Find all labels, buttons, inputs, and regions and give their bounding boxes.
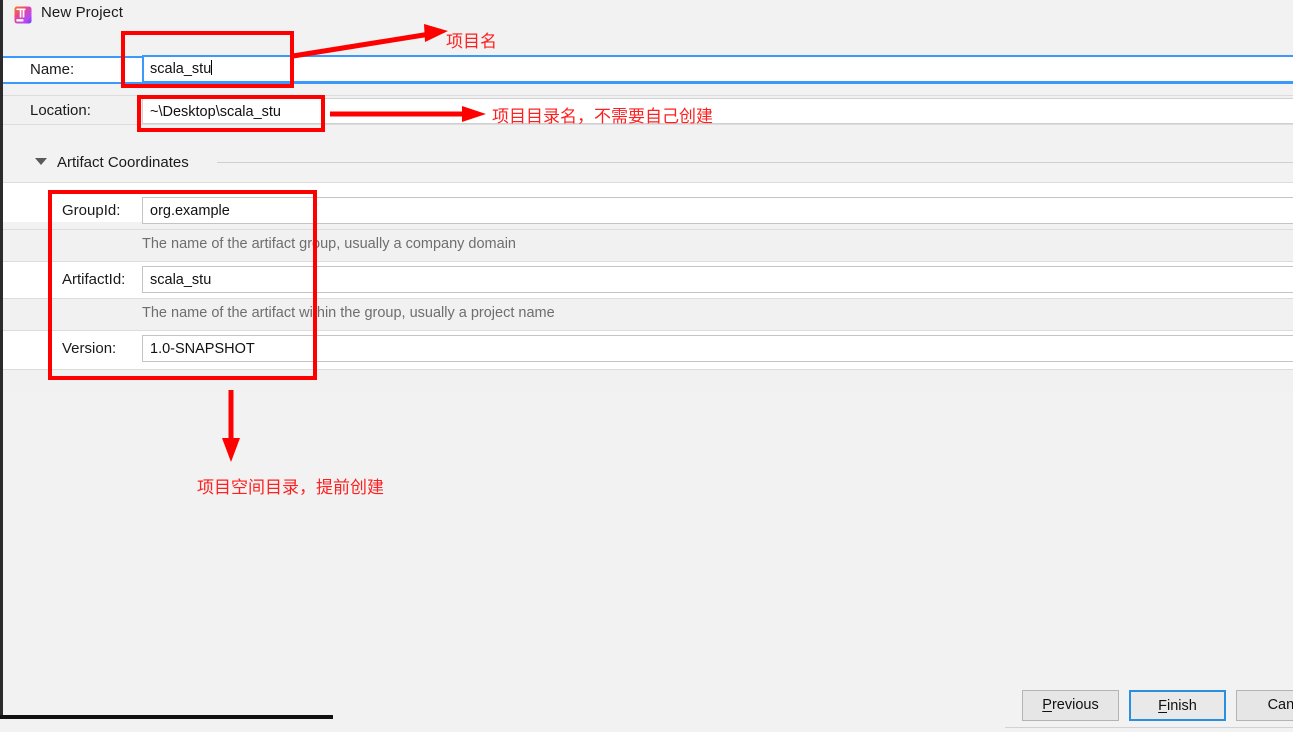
name-label: Name: <box>30 61 75 78</box>
location-input-value: ~\Desktop\scala_stu <box>150 104 281 120</box>
annotation-arrow-coordinates <box>222 390 240 462</box>
annotation-label-name: 项目名 <box>446 32 497 52</box>
artifactid-label: ArtifactId: <box>62 271 126 288</box>
window-title: New Project <box>41 4 123 21</box>
name-input-value: scala_stu <box>150 61 212 77</box>
location-label: Location: <box>30 102 91 119</box>
previous-button[interactable]: Previous <box>1022 690 1119 721</box>
version-input[interactable]: 1.0-SNAPSHOT <box>142 335 1293 362</box>
finish-button-label: inish <box>1167 698 1197 714</box>
finish-button[interactable]: Finish <box>1129 690 1226 721</box>
title-bar: New Project <box>3 0 1293 30</box>
new-project-dialog: New Project Name: scala_stu Location: ~\… <box>0 0 1293 732</box>
artifactid-help-text: The name of the artifact within the grou… <box>142 305 555 321</box>
groupid-label: GroupId: <box>62 202 121 219</box>
version-label: Version: <box>62 340 117 357</box>
groupid-input-value: org.example <box>150 203 230 219</box>
footer-divider <box>1005 727 1293 728</box>
artifactid-input[interactable]: scala_stu <box>142 266 1293 293</box>
section-title-artifact-coordinates: Artifact Coordinates <box>57 154 189 171</box>
version-input-value: 1.0-SNAPSHOT <box>150 341 255 357</box>
groupid-help-text: The name of the artifact group, usually … <box>142 236 516 252</box>
section-collapse-chevron-down-icon[interactable] <box>35 158 47 165</box>
groupid-input[interactable]: org.example <box>142 197 1293 224</box>
name-input[interactable]: scala_stu <box>142 55 1293 83</box>
artifactid-input-value: scala_stu <box>150 272 212 288</box>
cancel-button[interactable]: Canc <box>1236 690 1293 721</box>
location-input[interactable]: ~\Desktop\scala_stu <box>142 98 1293 124</box>
version-trailing-band <box>3 369 1293 393</box>
annotation-label-location: 项目目录名，不需要自己创建 <box>492 107 713 127</box>
cancel-button-label: Canc <box>1267 697 1293 713</box>
intellij-idea-logo-icon <box>14 6 32 24</box>
previous-button-label: revious <box>1051 697 1099 713</box>
window-bottom-border <box>0 715 333 719</box>
text-caret <box>211 60 213 75</box>
previous-button-mnemonic: P <box>1042 697 1052 713</box>
section-divider <box>217 162 1293 163</box>
finish-button-mnemonic: F <box>1158 698 1168 714</box>
annotation-label-coordinates: 项目空间目录，提前创建 <box>197 478 384 498</box>
